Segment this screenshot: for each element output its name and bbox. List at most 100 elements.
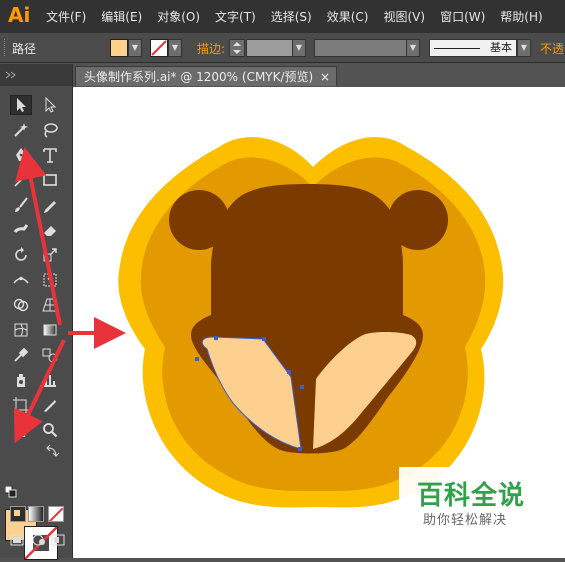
default-colors-icon[interactable] — [5, 486, 17, 498]
tools-panel-header[interactable] — [0, 64, 72, 86]
brush-definition-dropdown[interactable]: ▼ — [517, 39, 531, 57]
tool-rectangle[interactable] — [39, 170, 61, 190]
tool-free-transform[interactable] — [39, 270, 61, 290]
tool-perspective-grid[interactable] — [39, 295, 61, 315]
color-mode-icon — [14, 510, 20, 516]
opacity-label[interactable]: 不透 — [540, 40, 564, 57]
hand-icon — [16, 424, 26, 437]
shape-builder-icon — [13, 298, 29, 312]
gradient-icon — [43, 324, 57, 336]
tool-hand[interactable] — [10, 420, 32, 440]
scale-icon — [43, 248, 57, 262]
stroke-preview-line — [434, 48, 480, 49]
watermark-badge: 百科全说 助你轻松解决 — [399, 467, 549, 532]
pencil-icon — [44, 201, 56, 213]
tool-line[interactable] — [10, 170, 32, 190]
eraser-icon — [44, 226, 56, 236]
tool-magic-wand[interactable] — [10, 120, 32, 140]
stroke-weight-field[interactable] — [246, 39, 294, 57]
stroke-weight-stepper[interactable] — [229, 39, 245, 57]
blob-brush-icon — [13, 224, 29, 233]
width-icon — [13, 276, 29, 284]
menu-bar: Ai 文件(F) 编辑(E) 对象(O) 文字(T) 选择(S) 效果(C) 视… — [0, 0, 565, 33]
rectangle-icon — [43, 174, 57, 186]
tool-column-graph[interactable] — [39, 370, 61, 390]
stepper-arrows-icon — [233, 42, 241, 54]
menu: 文件(F) 编辑(E) 对象(O) 文字(T) 选择(S) 效果(C) 视图(V… — [46, 0, 558, 33]
tool-slice[interactable] — [39, 395, 61, 415]
tool-selection[interactable] — [10, 95, 32, 115]
type-icon — [43, 148, 57, 163]
tool-gradient[interactable] — [39, 320, 61, 340]
slice-icon — [44, 400, 56, 412]
stroke-swatch[interactable] — [150, 39, 168, 57]
document-tab-title: 头像制作系列.ai* @ 1200% (CMYK/预览) — [84, 70, 314, 84]
brush-definition-value: 基本 — [490, 41, 512, 54]
none-icon — [49, 507, 63, 521]
control-bar: 路径 ▼ ▼ 描边: ▼ ▼ 基本 ▼ 不透 — [0, 33, 565, 63]
column-graph-icon — [44, 375, 56, 387]
eyedropper-icon — [14, 347, 29, 362]
tool-lasso[interactable] — [39, 120, 61, 140]
tool-mesh[interactable] — [10, 320, 32, 340]
collapse-icon — [5, 71, 16, 79]
tools-panel — [0, 64, 73, 560]
swap-fill-stroke-icon[interactable] — [46, 444, 60, 458]
mesh-icon — [14, 323, 28, 337]
selection-type-label: 路径 — [12, 42, 37, 56]
none-mode-button[interactable] — [48, 506, 64, 522]
menu-object[interactable]: 对象(O) — [157, 8, 200, 25]
menu-edit[interactable]: 编辑(E) — [101, 8, 142, 25]
menu-select[interactable]: 选择(S) — [271, 8, 312, 25]
free-transform-icon — [43, 273, 57, 287]
tool-scale[interactable] — [39, 245, 61, 265]
perspective-grid-icon — [42, 298, 58, 312]
gradient-mode-button[interactable] — [28, 506, 44, 522]
blend-icon — [42, 348, 58, 363]
close-tab-icon[interactable]: × — [320, 67, 330, 87]
tool-artboard[interactable] — [10, 395, 32, 415]
fill-swatch[interactable] — [110, 39, 128, 57]
drawing-modes-icon[interactable] — [10, 532, 66, 548]
tool-rotate[interactable] — [10, 245, 32, 265]
lasso-icon — [44, 123, 58, 138]
tool-blob-brush[interactable] — [10, 220, 32, 240]
document-tab[interactable]: 头像制作系列.ai* @ 1200% (CMYK/预览) × — [75, 66, 337, 86]
fill-dropdown[interactable]: ▼ — [128, 39, 142, 57]
tool-pen[interactable] — [10, 145, 32, 165]
stroke-weight-label[interactable]: 描边: — [197, 40, 225, 57]
menu-file[interactable]: 文件(F) — [46, 8, 86, 25]
zoom-icon — [43, 423, 58, 438]
tool-eyedropper[interactable] — [10, 345, 32, 365]
panel-grip[interactable] — [4, 39, 8, 56]
tool-symbol-sprayer[interactable] — [10, 370, 32, 390]
tool-paintbrush[interactable] — [10, 195, 32, 215]
stroke-weight-dropdown[interactable]: ▼ — [292, 39, 306, 57]
stroke-dropdown[interactable]: ▼ — [168, 39, 182, 57]
direct-selection-icon — [45, 96, 57, 113]
tool-blend[interactable] — [39, 345, 61, 365]
menu-window[interactable]: 窗口(W) — [440, 8, 485, 25]
line-icon — [14, 173, 28, 187]
app-logo: Ai — [8, 3, 31, 27]
variable-width-dropdown[interactable]: ▼ — [406, 39, 420, 57]
menu-help[interactable]: 帮助(H) — [500, 8, 542, 25]
artboard-icon — [13, 397, 29, 413]
watermark-title: 百科全说 — [417, 481, 526, 511]
tool-eraser[interactable] — [39, 220, 61, 240]
no-stroke-icon — [151, 40, 167, 56]
watermark-subtitle: 助你轻松解决 — [423, 513, 508, 528]
menu-type[interactable]: 文字(T) — [215, 8, 256, 25]
brush-definition-select[interactable]: 基本 — [429, 39, 517, 57]
tool-type[interactable] — [39, 145, 61, 165]
tool-width[interactable] — [10, 270, 32, 290]
tool-shape-builder[interactable] — [10, 295, 32, 315]
color-mode-button[interactable] — [10, 506, 26, 522]
variable-width-field[interactable] — [314, 39, 408, 57]
pen-icon — [16, 148, 26, 161]
tool-pencil[interactable] — [39, 195, 61, 215]
tool-direct-selection[interactable] — [39, 95, 61, 115]
menu-view[interactable]: 视图(V) — [383, 8, 425, 25]
tool-zoom[interactable] — [39, 420, 61, 440]
menu-effect[interactable]: 效果(C) — [327, 8, 369, 25]
